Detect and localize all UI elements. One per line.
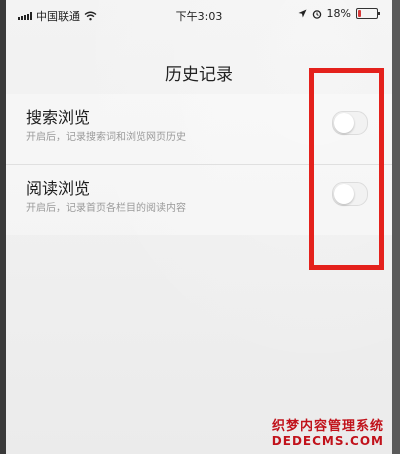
setting-subtitle-search: 开启后，记录搜索词和浏览网页历史 <box>26 132 186 143</box>
alarm-icon <box>312 9 321 19</box>
phone-screen: 中国联通 下午3:03 18% 历史记录 搜索浏览 开启后，记录搜索词和浏览网页… <box>6 0 392 454</box>
watermark-line2: DEDECMS.COM <box>271 434 384 448</box>
battery-percent: 18% <box>326 7 351 20</box>
battery-fill <box>358 10 361 17</box>
location-icon <box>298 9 307 18</box>
watermark-line1: 织梦内容管理系统 <box>271 419 384 434</box>
red-highlight-box <box>309 68 384 270</box>
status-bar: 中国联通 下午3:03 18% <box>6 0 392 28</box>
battery-icon <box>356 8 380 19</box>
watermark: 织梦内容管理系统 DEDECMS.COM <box>272 415 384 448</box>
status-right: 18% <box>298 7 380 20</box>
setting-title-reading: 阅读浏览 <box>26 179 91 198</box>
setting-subtitle-reading: 开启后，记录首页各栏目的阅读内容 <box>26 203 186 214</box>
phone-bezel-right <box>392 0 400 454</box>
setting-title-search: 搜索浏览 <box>26 108 91 127</box>
